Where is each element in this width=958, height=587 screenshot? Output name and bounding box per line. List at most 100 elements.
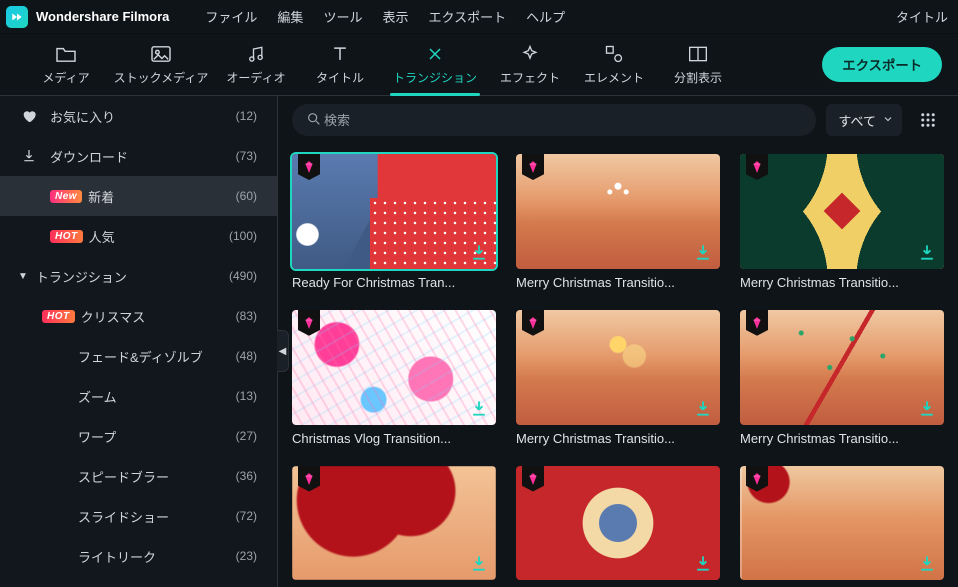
- sidebar-item-slideshow[interactable]: スライドショー (72): [0, 496, 277, 536]
- transition-thumb[interactable]: [292, 154, 496, 269]
- transition-thumb[interactable]: [516, 310, 720, 425]
- transition-card[interactable]: Ready For Christmas Tran...: [292, 154, 496, 290]
- transition-card[interactable]: Merry Christmas Transitio...: [740, 310, 944, 446]
- tab-transition[interactable]: トランジション: [382, 37, 488, 93]
- tab-media[interactable]: メディア: [24, 37, 108, 93]
- transition-thumb[interactable]: [740, 154, 944, 269]
- transition-card[interactable]: New Year 2023 Transition...: [292, 466, 496, 587]
- thumb-art: [516, 466, 720, 581]
- transition-thumb[interactable]: [740, 310, 944, 425]
- transition-card[interactable]: New Year 2023 Transition...: [516, 466, 720, 587]
- sidebar-category-root[interactable]: ▼ トランジション (490): [0, 256, 277, 296]
- download-icon[interactable]: [692, 397, 714, 419]
- heart-icon: [18, 108, 40, 124]
- transition-icon: [424, 43, 446, 65]
- menu-tools[interactable]: ツール: [313, 7, 372, 26]
- chevron-left-icon: ◀: [279, 346, 287, 357]
- sidebar-item-label: お気に入り: [50, 107, 236, 126]
- download-icon[interactable]: [916, 241, 938, 263]
- sidebar-item-count: (13): [236, 389, 257, 403]
- sidebar-item-download[interactable]: ダウンロード (73): [0, 136, 277, 176]
- sidebar-item-hot[interactable]: HOT 人気 (100): [0, 216, 277, 256]
- transition-thumb[interactable]: [516, 154, 720, 269]
- sidebar-item-count: (27): [236, 429, 257, 443]
- download-icon[interactable]: [916, 397, 938, 419]
- tab-split-view[interactable]: 分割表示: [656, 37, 740, 93]
- sidebar-item-label: フェード&ディゾルブ: [78, 347, 236, 366]
- search-input[interactable]: [322, 112, 802, 129]
- sidebar-item-warp[interactable]: ワープ (27): [0, 416, 277, 456]
- transition-thumb[interactable]: [516, 466, 720, 581]
- sidebar-item-new[interactable]: New 新着 (60): [0, 176, 277, 216]
- grid-view-toggle[interactable]: [912, 104, 944, 136]
- menu-view[interactable]: 表示: [372, 7, 418, 26]
- sidebar-item-count: (100): [229, 229, 257, 243]
- sidebar-item-fade[interactable]: フェード&ディゾルブ (48): [0, 336, 277, 376]
- collapse-sidebar-handle[interactable]: ◀: [277, 330, 289, 372]
- tab-label: オーディオ: [226, 69, 285, 86]
- download-icon[interactable]: [916, 552, 938, 574]
- tab-title[interactable]: タイトル: [298, 37, 382, 93]
- filter-label: すべて: [838, 111, 876, 130]
- split-icon: [688, 43, 708, 65]
- sidebar-item-count: (23): [236, 549, 257, 563]
- transition-title: Merry Christmas Transitio...: [516, 431, 720, 446]
- sidebar-item-zoom[interactable]: ズーム (13): [0, 376, 277, 416]
- tab-label: ストックメディア: [114, 69, 209, 86]
- thumb-art: [292, 154, 496, 269]
- sidebar-item-count: (36): [236, 469, 257, 483]
- cards-grid: Ready For Christmas Tran... Merry Christm…: [278, 144, 958, 587]
- tab-stock-media[interactable]: ストックメディア: [108, 37, 214, 93]
- shapes-icon: [604, 43, 624, 65]
- menu-file[interactable]: ファイル: [195, 7, 267, 26]
- sidebar-item-label: クリスマス: [81, 307, 236, 326]
- menu-edit[interactable]: 編集: [267, 7, 313, 26]
- sidebar: お気に入り (12) ダウンロード (73) New 新着 (60) HOT 人…: [0, 96, 278, 587]
- export-button[interactable]: エクスポート: [822, 47, 942, 82]
- thumb-art: [740, 154, 944, 269]
- tab-element[interactable]: エレメント: [572, 37, 656, 93]
- sidebar-item-favorites[interactable]: お気に入り (12): [0, 96, 277, 136]
- transition-card[interactable]: Christmas Vlog Transition...: [740, 466, 944, 587]
- tab-effect[interactable]: エフェクト: [488, 37, 572, 93]
- sidebar-item-label: 人気: [89, 227, 229, 246]
- transition-card[interactable]: Christmas Vlog Transition...: [292, 310, 496, 446]
- sidebar-item-label: ズーム: [78, 387, 236, 406]
- sidebar-item-lightleak[interactable]: ライトリーク (23): [0, 536, 277, 576]
- transition-card[interactable]: Merry Christmas Transitio...: [516, 154, 720, 290]
- tab-label: トランジション: [393, 69, 477, 86]
- transition-title: Merry Christmas Transitio...: [740, 275, 944, 290]
- sidebar-item-label: 新着: [88, 187, 236, 206]
- hot-badge: HOT: [42, 310, 75, 323]
- search-bar: すべて: [278, 96, 958, 144]
- download-icon[interactable]: [468, 552, 490, 574]
- download-icon[interactable]: [468, 397, 490, 419]
- hot-badge: HOT: [50, 230, 83, 243]
- tab-label: メディア: [42, 69, 89, 86]
- menu-export[interactable]: エクスポート: [418, 7, 516, 26]
- transition-title: Ready For Christmas Tran...: [292, 275, 496, 290]
- search-box[interactable]: [292, 104, 816, 136]
- transition-card[interactable]: Merry Christmas Transitio...: [740, 154, 944, 290]
- sparkle-icon: [520, 43, 540, 65]
- sidebar-item-label: ライトリーク: [78, 547, 236, 566]
- download-icon[interactable]: [468, 241, 490, 263]
- sidebar-item-count: (12): [236, 109, 257, 123]
- sidebar-subcategory-christmas[interactable]: HOT クリスマス (83): [0, 296, 277, 336]
- transition-title: Merry Christmas Transitio...: [516, 275, 720, 290]
- search-icon: [306, 111, 322, 130]
- image-icon: [150, 43, 172, 65]
- tab-audio[interactable]: オーディオ: [214, 37, 298, 93]
- download-icon[interactable]: [692, 241, 714, 263]
- sidebar-item-count: (73): [236, 149, 257, 163]
- transition-thumb[interactable]: [292, 310, 496, 425]
- sidebar-item-speedblur[interactable]: スピードブラー (36): [0, 456, 277, 496]
- main: お気に入り (12) ダウンロード (73) New 新着 (60) HOT 人…: [0, 96, 958, 587]
- download-icon[interactable]: [692, 552, 714, 574]
- menu-help[interactable]: ヘルプ: [516, 7, 575, 26]
- transition-thumb[interactable]: [740, 466, 944, 581]
- filter-dropdown[interactable]: すべて: [826, 104, 902, 136]
- menubar: Wondershare Filmora ファイル 編集 ツール 表示 エクスポー…: [0, 0, 958, 34]
- transition-card[interactable]: Merry Christmas Transitio...: [516, 310, 720, 446]
- transition-thumb[interactable]: [292, 466, 496, 581]
